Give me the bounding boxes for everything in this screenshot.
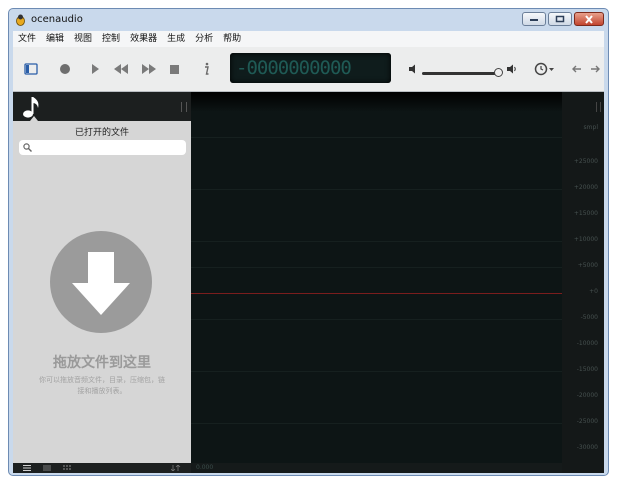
grid-line [191,241,562,242]
volume-high-icon [505,61,519,77]
close-icon [585,14,593,24]
close-button[interactable] [574,12,604,26]
sidebar-footer [13,463,191,473]
scale-label: +5000 [577,262,598,269]
stop-button[interactable] [166,61,182,77]
forward-button[interactable] [589,61,601,77]
time-ruler-start-label: 0.000 [196,464,214,471]
arrow-right-icon [590,65,600,73]
fast-forward-icon [142,64,156,74]
sidebar-icon [24,63,38,75]
grid-line [191,137,562,138]
app-logo-icon [16,14,25,26]
scale-label: +10000 [573,236,598,243]
grid-line [191,319,562,320]
minimize-icon [530,19,538,21]
menu-bar: 文件 编辑 视图 控制 效果器 生成 分析 帮助 [13,31,604,47]
list-view-icon[interactable] [23,465,31,471]
play-button[interactable] [87,61,103,77]
maximize-icon [555,15,565,23]
window-title: ocenaudio [31,14,83,25]
scale-label: -20000 [576,392,598,399]
download-arrow-icon [72,252,130,315]
grid-line [191,371,562,372]
clock-icon [534,62,554,76]
menu-generate[interactable]: 生成 [162,31,190,47]
scale-grip-handle[interactable] [596,102,601,112]
scale-label: +0 [589,288,598,295]
record-button[interactable] [57,61,73,77]
toggle-sidebar-button[interactable] [23,61,39,77]
record-icon [60,64,70,74]
file-search-input[interactable] [19,140,186,155]
grid-line [191,189,562,190]
app-window: ocenaudio 文件 编辑 视图 控制 效果器 生成 分析 帮助 -0000… [8,8,609,476]
minimize-button[interactable] [522,12,546,26]
main-content: 已打开的文件 拖放文件到这里 你可以拖放音频文件，目录，压缩包，链接和播放列表。 [13,92,604,473]
waveform-view[interactable]: 0.000 [191,92,562,473]
grid-line [191,267,562,268]
menu-control[interactable]: 控制 [97,31,125,47]
scale-label: -10000 [576,340,598,347]
menu-file[interactable]: 文件 [13,31,41,47]
compact-view-icon[interactable] [43,465,51,471]
drop-zone-circle[interactable] [50,231,152,333]
time-ruler: 0.000 [191,463,562,473]
volume-slider-handle[interactable] [494,68,503,77]
volume-slider-track[interactable] [422,72,500,75]
drop-zone-title: 拖放文件到这里 [53,355,151,371]
grid-view-icon[interactable] [63,465,71,471]
sidebar-grip-handle[interactable] [181,102,187,112]
sort-icon[interactable] [171,465,181,471]
time-display: -0000000000 [230,53,391,83]
tab-pointer-icon [30,116,38,121]
back-button[interactable] [570,61,582,77]
rewind-button[interactable] [112,61,130,77]
scale-label: +15000 [573,210,598,217]
menu-analyze[interactable]: 分析 [190,31,218,47]
rewind-icon [114,64,128,74]
search-icon [23,143,32,152]
sidebar-title: 已打开的文件 [74,128,129,138]
play-icon [92,64,99,74]
info-icon [205,62,209,75]
scale-label: -25000 [576,418,598,425]
file-sidebar: 已打开的文件 拖放文件到这里 你可以拖放音频文件，目录，压缩包，链接和播放列表。 [13,92,191,473]
scale-label: -30000 [576,444,598,451]
scale-label: +25000 [573,158,598,165]
zero-line [191,293,562,294]
menu-help[interactable]: 帮助 [218,31,246,47]
title-bar[interactable]: ocenaudio [9,9,608,31]
scale-label: +20000 [573,184,598,191]
volume-low-icon [406,61,420,77]
toolbar: -0000000000 [13,47,604,92]
fast-forward-button[interactable] [140,61,158,77]
maximize-button[interactable] [548,12,572,26]
arrow-left-icon [571,65,581,73]
waveform-top-shadow [191,92,562,112]
menu-effects[interactable]: 效果器 [125,31,162,47]
amplitude-scale: smpl +25000 +20000 +15000 +10000 +5000 +… [562,92,604,473]
menu-view[interactable]: 视图 [69,31,97,47]
info-button[interactable] [199,61,213,77]
scale-label: -15000 [576,366,598,373]
stop-icon [169,64,179,74]
drop-zone-description: 你可以拖放音频文件，目录，压缩包，链接和播放列表。 [39,376,165,395]
scale-label: -5000 [580,314,598,321]
sidebar-header [13,92,191,121]
grid-line [191,423,562,424]
clock-dropdown-button[interactable] [533,61,557,77]
menu-edit[interactable]: 编辑 [41,31,69,47]
scale-unit-label: smpl [583,124,598,131]
